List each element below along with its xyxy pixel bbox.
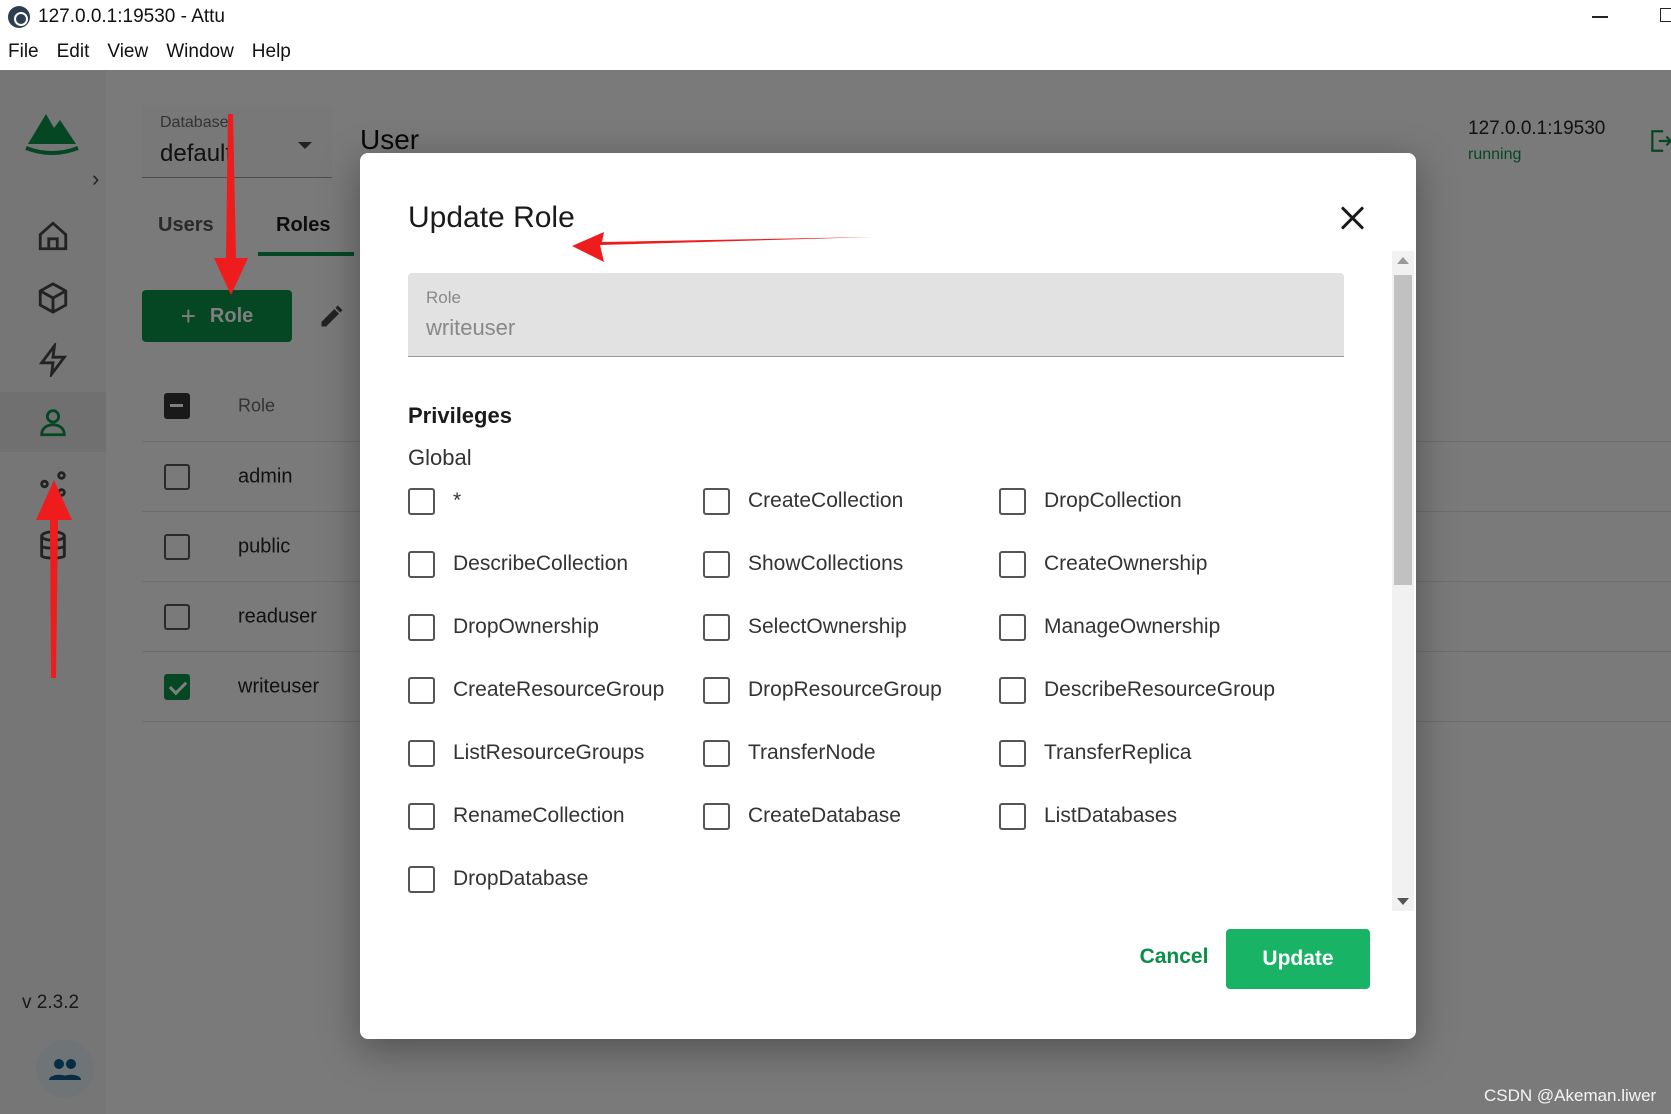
privilege-label: CreateCollection: [748, 489, 904, 512]
privilege-label: DescribeCollection: [453, 552, 629, 575]
checkbox-box[interactable]: [703, 676, 730, 704]
checkbox-box[interactable]: [408, 865, 435, 893]
privilege-label: ListResourceGroups: [453, 741, 645, 764]
menu-bar: File Edit View Window Help: [0, 34, 1671, 70]
maximize-button[interactable]: [1660, 8, 1671, 22]
close-icon[interactable]: [1338, 203, 1368, 233]
checkbox-box[interactable]: [999, 739, 1026, 767]
update-role-dialog: Update Role Role writeuser Privileges Gl…: [360, 153, 1416, 1039]
scroll-up-icon[interactable]: [1397, 257, 1409, 264]
scroll-down-icon[interactable]: [1397, 898, 1409, 905]
privilege-label: SelectOwnership: [748, 615, 907, 638]
menu-help[interactable]: Help: [252, 41, 291, 63]
privilege-checkbox[interactable]: DropDatabase: [408, 859, 588, 899]
privilege-label: ListDatabases: [1044, 804, 1178, 827]
role-field-label: Role: [426, 288, 461, 307]
watermark: CSDN @Akeman.liwer: [1484, 1086, 1657, 1105]
privilege-checkbox[interactable]: SelectOwnership: [703, 607, 907, 647]
global-group-label: Global: [408, 445, 472, 470]
privilege-checkbox[interactable]: ListDatabases: [999, 796, 1177, 836]
privilege-checkbox[interactable]: DescribeCollection: [408, 544, 628, 584]
checkbox-box[interactable]: [999, 487, 1026, 515]
privilege-checkbox[interactable]: RenameCollection: [408, 796, 625, 836]
checkbox-box[interactable]: [703, 613, 730, 641]
checkbox-box[interactable]: [703, 739, 730, 767]
checkbox-box[interactable]: [408, 613, 435, 641]
checkbox-box[interactable]: [408, 802, 435, 830]
privilege-label: ManageOwnership: [1044, 615, 1221, 638]
privilege-checkbox[interactable]: CreateOwnership: [999, 544, 1207, 584]
checkbox-box[interactable]: [703, 550, 730, 578]
dialog-scrollbar[interactable]: [1392, 251, 1414, 911]
cancel-button[interactable]: Cancel: [1134, 935, 1214, 979]
checkbox-box[interactable]: [703, 802, 730, 830]
privilege-label: *: [453, 489, 462, 512]
privilege-label: DescribeResourceGroup: [1044, 678, 1276, 701]
privilege-checkbox[interactable]: CreateResourceGroup: [408, 670, 664, 710]
privilege-label: CreateResourceGroup: [453, 678, 665, 701]
privilege-checkbox[interactable]: *: [408, 481, 461, 521]
privilege-checkbox[interactable]: DescribeResourceGroup: [999, 670, 1275, 710]
menu-view[interactable]: View: [107, 41, 148, 63]
dialog-title: Update Role: [408, 201, 575, 234]
privilege-checkbox[interactable]: DropOwnership: [408, 607, 599, 647]
scroll-thumb[interactable]: [1394, 275, 1412, 585]
app-window: 127.0.0.1:19530 - Attu File Edit View Wi…: [0, 0, 1671, 1114]
title-bar: 127.0.0.1:19530 - Attu: [0, 0, 1671, 34]
privilege-label: CreateOwnership: [1044, 552, 1208, 575]
role-name-field: Role writeuser: [408, 273, 1344, 357]
privilege-checkbox[interactable]: CreateCollection: [703, 481, 903, 521]
menu-file[interactable]: File: [8, 41, 39, 63]
privilege-checkbox[interactable]: ListResourceGroups: [408, 733, 644, 773]
privilege-checkbox[interactable]: TransferReplica: [999, 733, 1191, 773]
window-title: 127.0.0.1:19530 - Attu: [38, 6, 225, 27]
update-button[interactable]: Update: [1226, 929, 1370, 989]
privilege-label: RenameCollection: [453, 804, 625, 827]
electron-app-icon: [8, 6, 30, 28]
privilege-label: TransferReplica: [1044, 741, 1192, 764]
menu-window[interactable]: Window: [166, 41, 234, 63]
privilege-checkbox[interactable]: ShowCollections: [703, 544, 903, 584]
checkbox-box[interactable]: [408, 550, 435, 578]
checkbox-box[interactable]: [999, 550, 1026, 578]
role-field-value: writeuser: [426, 315, 516, 340]
checkbox-box[interactable]: [999, 613, 1026, 641]
privileges-heading: Privileges: [408, 403, 512, 428]
checkbox-box[interactable]: [999, 676, 1026, 704]
minimize-button[interactable]: [1592, 16, 1608, 18]
privilege-label: DropResourceGroup: [748, 678, 942, 701]
privilege-label: DropCollection: [1044, 489, 1182, 512]
privilege-checkbox[interactable]: ManageOwnership: [999, 607, 1220, 647]
privilege-checkbox[interactable]: DropResourceGroup: [703, 670, 942, 710]
checkbox-box[interactable]: [408, 676, 435, 704]
privilege-label: DropOwnership: [453, 615, 599, 638]
privilege-checkbox[interactable]: DropCollection: [999, 481, 1182, 521]
checkbox-box[interactable]: [408, 739, 435, 767]
checkbox-box[interactable]: [999, 802, 1026, 830]
privilege-label: TransferNode: [748, 741, 876, 764]
privilege-checkbox[interactable]: TransferNode: [703, 733, 876, 773]
checkbox-box[interactable]: [408, 487, 435, 515]
privilege-label: CreateDatabase: [748, 804, 901, 827]
privilege-label: ShowCollections: [748, 552, 904, 575]
menu-edit[interactable]: Edit: [57, 41, 90, 63]
privilege-label: DropDatabase: [453, 867, 589, 890]
privilege-checkbox[interactable]: CreateDatabase: [703, 796, 901, 836]
checkbox-box[interactable]: [703, 487, 730, 515]
